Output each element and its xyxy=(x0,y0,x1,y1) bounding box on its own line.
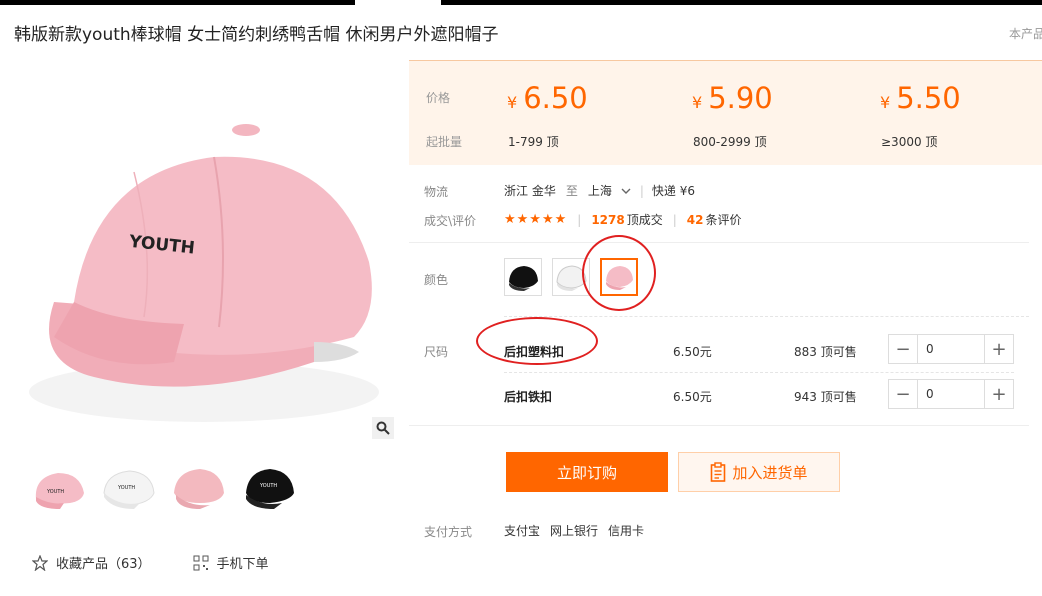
payment-label: 支付方式 xyxy=(424,525,473,539)
decrement-button[interactable]: − xyxy=(889,335,917,363)
payment-methods: 支付宝 网上银行 信用卡 xyxy=(504,522,644,539)
quantity-stepper: − 0 + xyxy=(888,334,1014,364)
review-summary: ★★★★★ | 1278 顶成交 | 42 条评价 xyxy=(504,212,742,227)
price-tier-1: ¥6.50 xyxy=(507,81,588,115)
color-label: 颜色 xyxy=(424,273,449,287)
divider xyxy=(504,316,1029,317)
moq-label: 起批量 xyxy=(426,135,463,149)
price-label: 价格 xyxy=(426,91,451,105)
main-product-image[interactable]: YOUTH xyxy=(14,62,396,440)
collect-product-link[interactable]: 收藏产品（63） xyxy=(56,553,151,572)
thumbnail-pink-cap[interactable]: YOUTH xyxy=(30,459,86,515)
svg-text:YOUTH: YOUTH xyxy=(117,485,135,491)
price-tier-3: ¥5.50 xyxy=(880,81,961,115)
buy-now-button[interactable]: 立即订购 xyxy=(506,452,668,492)
thumbnail-pink-cap-2[interactable] xyxy=(170,459,226,515)
svg-text:YOUTH: YOUTH xyxy=(46,489,64,495)
reviews-label: 成交\评价 xyxy=(424,214,477,228)
increment-button[interactable]: + xyxy=(985,380,1013,408)
divider xyxy=(409,242,1029,243)
increment-button[interactable]: + xyxy=(985,335,1013,363)
annotation-circle-size xyxy=(476,317,598,365)
sku-stock: 883 顶可售 xyxy=(794,345,857,359)
size-label: 尺码 xyxy=(424,345,449,359)
thumbnail-white-cap[interactable]: YOUTH xyxy=(100,459,156,515)
moq-tier-2: 800-2999 顶 xyxy=(693,135,767,149)
thumbnail-black-cap[interactable]: YOUTH xyxy=(240,459,296,515)
add-to-cart-button[interactable]: 加入进货单 xyxy=(678,452,840,492)
svg-text:YOUTH: YOUTH xyxy=(259,483,277,489)
favorites-bar: 收藏产品（63） 手机下单 xyxy=(32,553,269,572)
ship-from: 浙江 金华 xyxy=(504,184,556,198)
product-title: 韩版新款youth棒球帽 女士简约刺绣鸭舌帽 休闲男户外遮阳帽子 xyxy=(14,25,499,45)
shipping-fee: 快递 ¥6 xyxy=(651,184,695,198)
payment-method: 信用卡 xyxy=(608,524,645,538)
sku-name: 后扣铁扣 xyxy=(504,390,553,404)
clipboard-icon xyxy=(711,462,726,482)
sku-stock: 943 顶可售 xyxy=(794,390,857,404)
quantity-stepper: − 0 + xyxy=(888,379,1014,409)
zoom-button[interactable] xyxy=(372,417,394,439)
quantity-input[interactable]: 0 xyxy=(917,380,985,408)
mobile-order-link[interactable]: 手机下单 xyxy=(217,553,269,572)
top-bar xyxy=(0,0,1042,5)
divider xyxy=(409,425,1029,426)
logistics-label: 物流 xyxy=(424,185,449,199)
reviews-count[interactable]: 42 xyxy=(687,213,704,227)
quantity-input[interactable]: 0 xyxy=(917,335,985,363)
qr-code-icon xyxy=(193,555,209,570)
ship-to-select[interactable]: 上海 xyxy=(588,182,612,199)
decrement-button[interactable]: − xyxy=(889,380,917,408)
magnifier-icon xyxy=(376,421,390,435)
moq-tier-3: ≥3000 顶 xyxy=(881,135,938,149)
side-note: 本产品 xyxy=(1009,27,1042,41)
payment-method: 支付宝 xyxy=(504,524,541,538)
payment-method: 网上银行 xyxy=(550,524,599,538)
logistics-info: 浙江 金华 至 上海 | 快递 ¥6 xyxy=(504,182,695,199)
sku-price: 6.50元 xyxy=(673,390,712,404)
star-outline-icon xyxy=(32,554,48,571)
thumbnail-strip: YOUTH YOUTH YOUTH xyxy=(30,459,296,515)
price-panel: 价格 起批量 ¥6.50 ¥5.90 ¥5.50 1-799 顶 800-299… xyxy=(409,60,1042,165)
price-tier-2: ¥5.90 xyxy=(692,81,773,115)
moq-tier-1: 1-799 顶 xyxy=(508,135,559,149)
color-option-black[interactable] xyxy=(504,258,542,296)
sku-price: 6.50元 xyxy=(673,345,712,359)
divider xyxy=(504,372,1014,373)
annotation-circle-color xyxy=(582,235,656,311)
chevron-down-icon[interactable] xyxy=(620,186,632,196)
rating-stars: ★★★★★ xyxy=(504,212,568,227)
deals-count[interactable]: 1278 xyxy=(591,213,624,227)
